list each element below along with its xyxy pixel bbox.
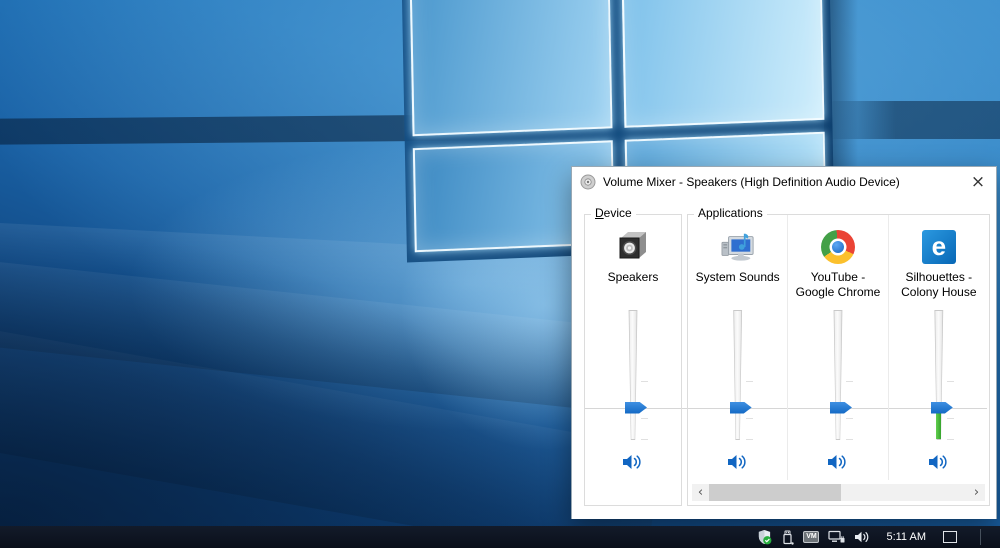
mute-button[interactable] bbox=[616, 449, 650, 475]
scroll-right-button[interactable]: › bbox=[968, 484, 985, 501]
h-scrollbar-track[interactable] bbox=[709, 484, 968, 501]
windows-defender-icon[interactable] bbox=[757, 529, 772, 545]
slider-track bbox=[833, 310, 843, 440]
channel-app-icon bbox=[616, 229, 650, 266]
slider-tick bbox=[846, 381, 853, 382]
channel-app-icon bbox=[821, 230, 855, 264]
volume-mixer-app-icon bbox=[580, 174, 596, 190]
channel-app-icon-button[interactable] bbox=[611, 227, 655, 267]
speaker-volume-icon bbox=[826, 453, 850, 471]
mixer-channel-speakers-device: Speakers bbox=[585, 215, 681, 480]
slider-thumb[interactable] bbox=[625, 402, 647, 414]
volume-slider[interactable] bbox=[703, 310, 773, 440]
show-desktop-button[interactable] bbox=[990, 526, 1000, 548]
taskbar-clock[interactable]: 5:11 AM bbox=[886, 531, 926, 543]
volume-slider[interactable] bbox=[803, 310, 873, 440]
applications-groupbox: Applications System Sounds bbox=[687, 214, 990, 506]
slider-tick bbox=[746, 381, 753, 382]
slider-thumb[interactable] bbox=[931, 402, 953, 414]
slider-tick bbox=[641, 439, 648, 440]
slider-thumb[interactable] bbox=[830, 402, 852, 414]
slider-tick bbox=[846, 439, 853, 440]
system-tray: VM 5:11 AM bbox=[757, 526, 1000, 548]
channel-name-label: Silhouettes - Colony House bbox=[889, 270, 989, 302]
edge-icon: e bbox=[922, 230, 956, 264]
channel-app-icon bbox=[721, 229, 755, 266]
chrome-icon bbox=[821, 230, 855, 264]
slider-tick bbox=[846, 418, 853, 419]
mixer-channel-chrome: YouTube - Google Chrome bbox=[788, 215, 888, 480]
slider-tick bbox=[947, 439, 954, 440]
channel-app-icon-button[interactable] bbox=[716, 227, 760, 267]
speakers-device-icon bbox=[616, 229, 650, 263]
mute-button[interactable] bbox=[922, 449, 956, 475]
mute-button[interactable] bbox=[821, 449, 855, 475]
speaker-volume-icon bbox=[726, 453, 750, 471]
volume-mixer-window: Volume Mixer - Speakers (High Definition… bbox=[571, 166, 997, 519]
vm-badge-label: VM bbox=[803, 531, 819, 543]
channel-name-label: Speakers bbox=[606, 270, 661, 302]
edge-logo-letter: e bbox=[932, 233, 946, 259]
channel-app-icon-button[interactable] bbox=[816, 227, 860, 267]
channel-app-icon-button[interactable]: e bbox=[917, 227, 961, 267]
applications-channels-row: System Sounds YouTube - Google Chrome bbox=[688, 215, 989, 505]
window-title: Volume Mixer - Speakers (High Definition… bbox=[603, 175, 900, 189]
scroll-left-button[interactable]: ‹ bbox=[692, 484, 709, 501]
channel-app-icon: e bbox=[922, 230, 956, 264]
window-titlebar[interactable]: Volume Mixer - Speakers (High Definition… bbox=[572, 167, 996, 197]
window-content: Device Speakers bbox=[572, 197, 996, 519]
mixer-channel-system-sounds: System Sounds bbox=[688, 215, 788, 480]
slider-track bbox=[628, 310, 638, 440]
speaker-volume-icon bbox=[927, 453, 951, 471]
h-scrollbar[interactable]: ‹ › bbox=[692, 484, 985, 501]
slider-track bbox=[733, 310, 743, 440]
channel-name-label: YouTube - Google Chrome bbox=[788, 270, 887, 302]
system-sounds-icon bbox=[721, 229, 755, 263]
slider-tick bbox=[947, 418, 954, 419]
slider-tick bbox=[947, 381, 954, 382]
device-channels-row: Speakers bbox=[585, 215, 681, 505]
slider-thumb[interactable] bbox=[730, 402, 752, 414]
speaker-volume-icon bbox=[621, 453, 645, 471]
volume-slider[interactable] bbox=[598, 310, 668, 440]
mute-button[interactable] bbox=[721, 449, 755, 475]
slider-tick bbox=[746, 418, 753, 419]
usb-device-icon[interactable] bbox=[781, 530, 794, 545]
slider-tick bbox=[641, 418, 648, 419]
device-groupbox: Device Speakers bbox=[584, 214, 682, 506]
peak-meter bbox=[936, 413, 941, 439]
mixer-channel-edge: e Silhouettes - Colony House bbox=[889, 215, 989, 480]
volume-slider[interactable] bbox=[904, 310, 974, 440]
channel-name-label: System Sounds bbox=[694, 270, 782, 302]
close-button[interactable]: × bbox=[966, 171, 990, 193]
action-center-icon[interactable] bbox=[943, 531, 957, 543]
vmware-tray-icon[interactable]: VM bbox=[803, 531, 819, 543]
volume-tray-icon[interactable] bbox=[854, 530, 871, 544]
taskbar: VM 5:11 AM bbox=[0, 526, 1000, 548]
taskbar-divider bbox=[980, 529, 981, 545]
h-scrollbar-thumb[interactable] bbox=[709, 484, 841, 501]
slider-tick bbox=[641, 381, 648, 382]
slider-tick bbox=[746, 439, 753, 440]
network-icon[interactable] bbox=[828, 530, 845, 544]
